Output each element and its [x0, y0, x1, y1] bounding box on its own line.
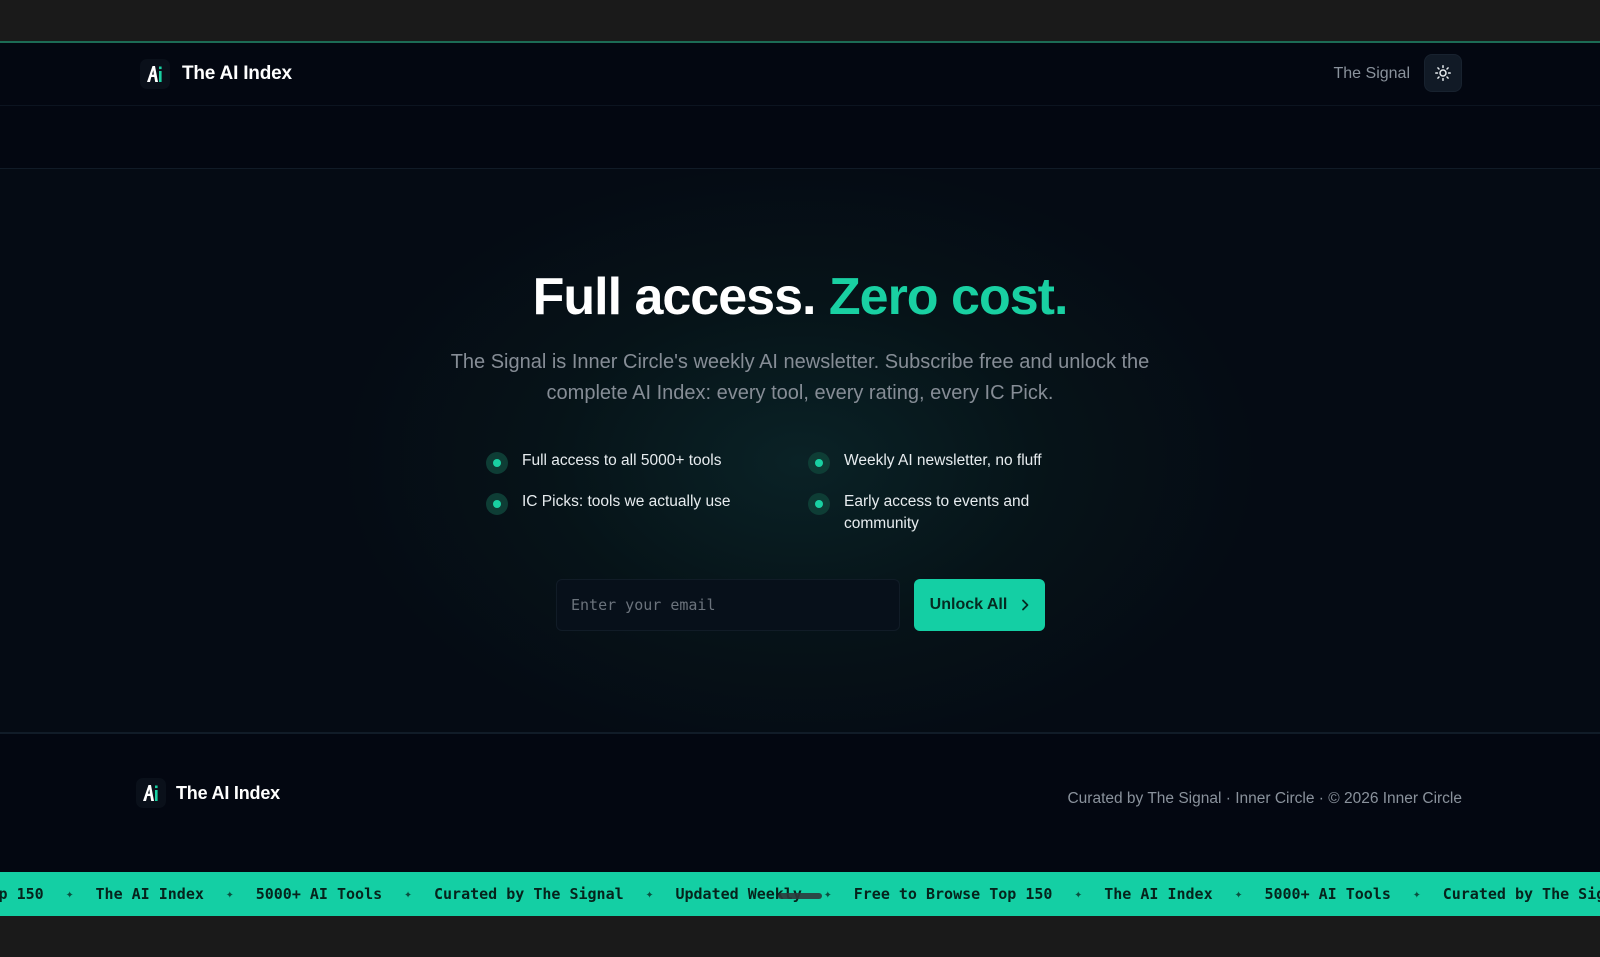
- brand-name: The AI Index: [182, 63, 292, 84]
- feature-text: Full access to all 5000+ tools: [522, 452, 722, 469]
- footer-brand[interactable]: The AI Index: [136, 778, 280, 808]
- ticker-item: The AI Index: [95, 885, 204, 903]
- ticker-item: The AI Index: [1104, 885, 1213, 903]
- scroll-handle[interactable]: [778, 893, 822, 899]
- ticker-item: Free to Browse Top 150: [853, 885, 1053, 903]
- check-dot-icon: [486, 452, 508, 474]
- ticker-item: Curated by The Signal: [1442, 885, 1600, 903]
- feature-item: IC Picks: tools we actually use: [486, 491, 786, 515]
- chevron-right-icon: [1022, 599, 1029, 611]
- sparkle-icon: ✦: [65, 886, 74, 902]
- nav-link-the-signal[interactable]: The Signal: [1334, 65, 1411, 83]
- sparkle-icon: ✦: [404, 886, 412, 902]
- footer-brand-name: The AI Index: [176, 782, 280, 803]
- check-dot-icon: [486, 493, 508, 515]
- feature-item: Full access to all 5000+ tools: [486, 450, 786, 474]
- feature-text: Weekly AI newsletter, no fluff: [844, 452, 1042, 469]
- logo-icon: [140, 59, 170, 89]
- footer: The AI Index Curated by The Signal · Inn…: [0, 734, 1600, 860]
- footer-copyright: Curated by The Signal · Inner Circle · ©…: [1067, 790, 1462, 807]
- sub-bar: [0, 106, 1600, 169]
- feature-text: Early access to events and community: [844, 493, 1030, 532]
- ticker-item: Free to Browse Top 150: [0, 885, 44, 903]
- check-dot-icon: [808, 493, 830, 515]
- sun-icon: [1435, 65, 1451, 81]
- feature-item: Early access to events and community: [808, 491, 1058, 535]
- page-frame: The AI Index The Signal Full access. Zer…: [0, 41, 1600, 916]
- subscribe-form: Unlock All: [556, 579, 1045, 631]
- hero-title: Full access. Zero cost.: [0, 267, 1600, 327]
- sparkle-icon: ✦: [1074, 886, 1083, 902]
- ticker-item: 5000+ AI Tools: [255, 885, 383, 903]
- top-nav: The AI Index The Signal: [0, 43, 1600, 106]
- brand[interactable]: The AI Index: [140, 59, 292, 89]
- ticker-item: 5000+ AI Tools: [1264, 885, 1391, 903]
- check-dot-icon: [808, 452, 830, 474]
- sparkle-icon: ✦: [645, 886, 654, 902]
- ticker-item: Curated by The Signal: [433, 885, 624, 903]
- theme-toggle-button[interactable]: [1424, 54, 1462, 92]
- sparkle-icon: ✦: [1412, 886, 1421, 902]
- sparkle-icon: ✦: [823, 886, 832, 902]
- unlock-all-label: Unlock All: [929, 596, 1008, 613]
- sparkle-icon: ✦: [1234, 886, 1243, 902]
- unlock-all-button[interactable]: Unlock All: [914, 579, 1045, 631]
- email-input[interactable]: [556, 579, 900, 631]
- hero-subtitle: The Signal is Inner Circle's weekly AI n…: [450, 351, 1150, 404]
- hero-title-main: Full access.: [532, 268, 817, 326]
- feature-text: IC Picks: tools we actually use: [522, 493, 731, 510]
- sparkle-icon: ✦: [225, 886, 234, 902]
- hero-title-accent: Zero cost.: [828, 268, 1068, 326]
- feature-item: Weekly AI newsletter, no fluff: [808, 450, 1078, 474]
- logo-icon: [136, 778, 166, 808]
- hero-section: Full access. Zero cost. The Signal is In…: [0, 169, 1600, 734]
